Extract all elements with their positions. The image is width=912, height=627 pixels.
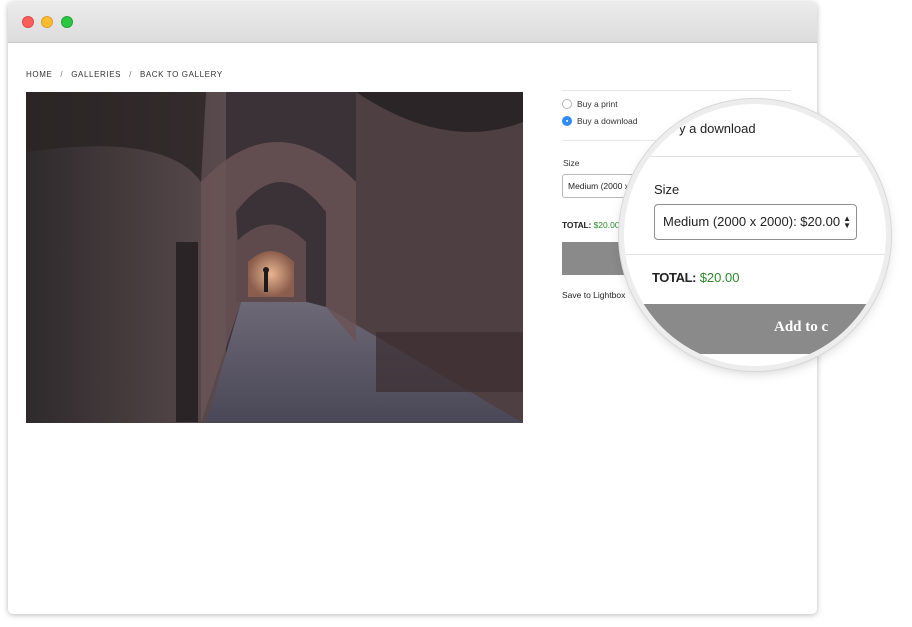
save-to-lightbox-link[interactable]: Save to Lightbox xyxy=(562,290,625,300)
divider xyxy=(562,90,791,91)
magnified-total-label: TOTAL: xyxy=(652,270,697,285)
magnified-size-value: Medium (2000 x 2000): $20.00 xyxy=(663,214,841,229)
magnified-total-price: $20.00 xyxy=(699,270,740,285)
option-buy-print[interactable]: Buy a print xyxy=(562,99,618,109)
select-arrows-icon: ▲ ▼ xyxy=(843,214,851,230)
radio-button[interactable] xyxy=(562,99,572,109)
radio-button-selected[interactable] xyxy=(562,116,572,126)
option-label: Buy a print xyxy=(577,99,618,109)
breadcrumb: HOME / GALLERIES / BACK TO GALLERY xyxy=(26,70,223,79)
total-price: $20.00 xyxy=(593,220,620,230)
total-label: TOTAL: xyxy=(562,220,592,230)
magnified-total-line: TOTAL: $20.00 xyxy=(652,270,739,285)
breadcrumb-back-to-gallery[interactable]: BACK TO GALLERY xyxy=(140,70,223,79)
breadcrumb-separator: / xyxy=(129,70,132,79)
minimize-window-button[interactable] xyxy=(41,16,53,28)
breadcrumb-separator: / xyxy=(60,70,64,79)
size-label: Size xyxy=(563,158,580,168)
breadcrumb-galleries[interactable]: GALLERIES xyxy=(71,70,121,79)
magnified-download-label: y a download xyxy=(679,121,756,136)
close-window-button[interactable] xyxy=(22,16,34,28)
breadcrumb-home[interactable]: HOME xyxy=(26,70,52,79)
gallery-photo[interactable] xyxy=(26,92,523,423)
photo-arched-corridor-icon xyxy=(26,92,523,423)
magnified-content: y a download Size Medium (2000 x 2000): … xyxy=(624,104,886,366)
title-bar xyxy=(8,2,817,43)
divider xyxy=(624,254,886,255)
magnified-size-select[interactable]: Medium (2000 x 2000): $20.00 ▲ ▼ xyxy=(654,204,857,240)
magnified-add-to-cart-button[interactable]: Add to c xyxy=(624,304,886,354)
total-line: TOTAL: $20.00 xyxy=(562,220,620,230)
magnified-size-label: Size xyxy=(654,182,680,197)
magnifier-lens: y a download Size Medium (2000 x 2000): … xyxy=(624,104,886,366)
divider xyxy=(624,156,886,157)
zoom-window-button[interactable] xyxy=(61,16,73,28)
